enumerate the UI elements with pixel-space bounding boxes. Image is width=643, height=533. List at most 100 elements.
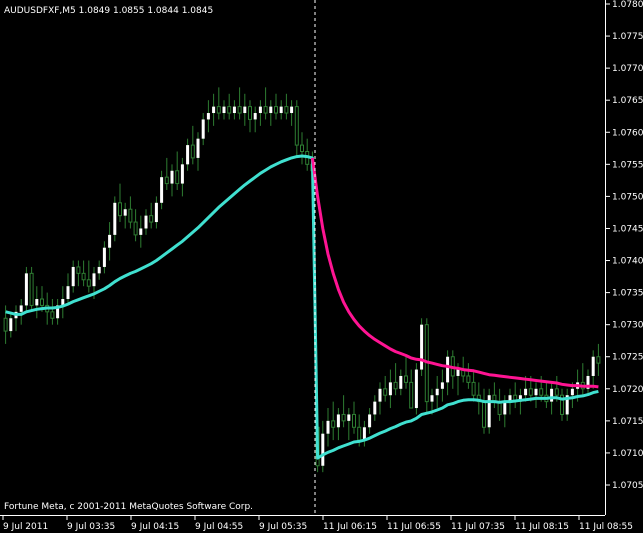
price-chart[interactable]: 1.0780 1.0775 1.0770 1.0765 1.0760 1.0755 1.07…	[0, 0, 643, 533]
candle-body	[399, 375, 403, 389]
price-tick-label: 1.0740	[612, 257, 643, 267]
price-tick-label: 1.0750	[612, 192, 643, 202]
time-tick-label: 9 Jul 04:15	[131, 522, 179, 532]
candle-body	[196, 138, 200, 158]
candle-body	[482, 401, 486, 428]
price-tick-label: 1.0755	[612, 160, 643, 170]
candle	[424, 318, 429, 415]
candle-body	[466, 375, 471, 383]
candle-body	[243, 106, 247, 114]
candle	[113, 196, 117, 242]
candle-body	[186, 145, 190, 165]
candle-body	[352, 413, 356, 428]
price-tick-label: 1.0780	[612, 0, 643, 10]
candle-body	[596, 356, 601, 364]
candle-body	[40, 298, 44, 306]
time-tick-label: 9 Jul 03:35	[67, 522, 115, 532]
candle-body	[92, 273, 96, 287]
candle-body	[144, 215, 148, 229]
candle-body	[81, 272, 86, 281]
candle-body	[503, 401, 507, 415]
candle-body	[206, 113, 210, 120]
candle-body	[347, 414, 351, 421]
candle-body	[113, 202, 117, 235]
candle-body	[471, 381, 476, 396]
candle-body	[19, 305, 23, 312]
candle-body	[341, 413, 346, 422]
candle-body	[279, 106, 283, 114]
candle	[487, 388, 491, 434]
candle	[29, 266, 34, 312]
candle-body	[35, 299, 39, 306]
price-tick-label: 1.0710	[612, 449, 643, 459]
candle-body	[50, 311, 55, 319]
candle-body	[175, 170, 180, 185]
time-tick-label: 11 Jul 08:15	[515, 522, 569, 532]
candle-body	[258, 106, 262, 114]
candle-body	[164, 176, 169, 185]
candle-body	[160, 177, 164, 203]
candle-body	[383, 388, 388, 396]
candle-body	[212, 106, 216, 114]
price-tick-label: 1.0730	[612, 321, 643, 331]
time-tick-label: 11 Jul 07:35	[451, 522, 505, 532]
price-tick-label: 1.0770	[612, 64, 643, 74]
candle-body	[409, 381, 414, 409]
candle-body	[253, 113, 257, 120]
candle-body	[9, 318, 13, 332]
price-tick-label: 1.0760	[612, 128, 643, 138]
candle-body	[321, 433, 325, 466]
candle-body	[3, 317, 8, 332]
candle-body	[102, 247, 106, 267]
candle-body	[201, 119, 205, 139]
candle	[414, 363, 418, 415]
candle-body	[550, 388, 554, 402]
candle-body	[66, 286, 70, 300]
price-tick-label: 1.0705	[612, 481, 643, 491]
candle-body	[284, 106, 289, 114]
candle-body	[570, 388, 574, 396]
copyright-text: Fortune Meta, c 2001-2011 MetaQuotes Sof…	[4, 502, 253, 512]
candle-body	[414, 369, 418, 409]
candle-body	[456, 369, 460, 376]
price-tick-label: 1.0720	[612, 385, 643, 395]
candle-body	[263, 106, 268, 114]
candle-body	[248, 106, 252, 120]
candle-body	[24, 273, 28, 306]
candle-body	[180, 164, 184, 184]
candle-body	[528, 388, 533, 396]
price-tick-label: 1.0775	[612, 32, 643, 42]
candle-body	[269, 106, 273, 114]
price-tick-label: 1.0735	[612, 289, 643, 299]
candle-body	[336, 414, 340, 428]
candle-body	[420, 324, 424, 370]
candle-body	[404, 375, 408, 383]
time-tick-label: 9 Jul 04:55	[195, 522, 243, 532]
candle-body	[326, 420, 330, 434]
candle-body	[539, 388, 544, 396]
candle-body	[357, 426, 362, 441]
candle-body	[393, 381, 398, 390]
candle-body	[388, 382, 392, 396]
candle-body	[440, 382, 444, 389]
candle-body	[435, 388, 439, 396]
candle-body	[300, 144, 304, 153]
candle-body	[227, 106, 232, 114]
time-tick-label: 11 Jul 08:55	[579, 522, 633, 532]
time-tick-label: 11 Jul 06:15	[323, 522, 377, 532]
candle-body	[378, 388, 382, 402]
candle-body	[216, 106, 221, 114]
candle-body	[118, 202, 122, 217]
candle-body	[237, 106, 242, 114]
candle-body	[294, 106, 299, 146]
price-tick-label: 1.0745	[612, 224, 643, 234]
candle-body	[128, 208, 133, 223]
candle-body	[222, 106, 226, 114]
candle-body	[487, 395, 491, 428]
price-tick-label: 1.0725	[612, 353, 643, 363]
candle-body	[524, 388, 528, 396]
candle	[420, 318, 424, 376]
candle-body	[133, 221, 138, 236]
candle-body	[154, 202, 158, 223]
candle-body	[29, 272, 34, 306]
